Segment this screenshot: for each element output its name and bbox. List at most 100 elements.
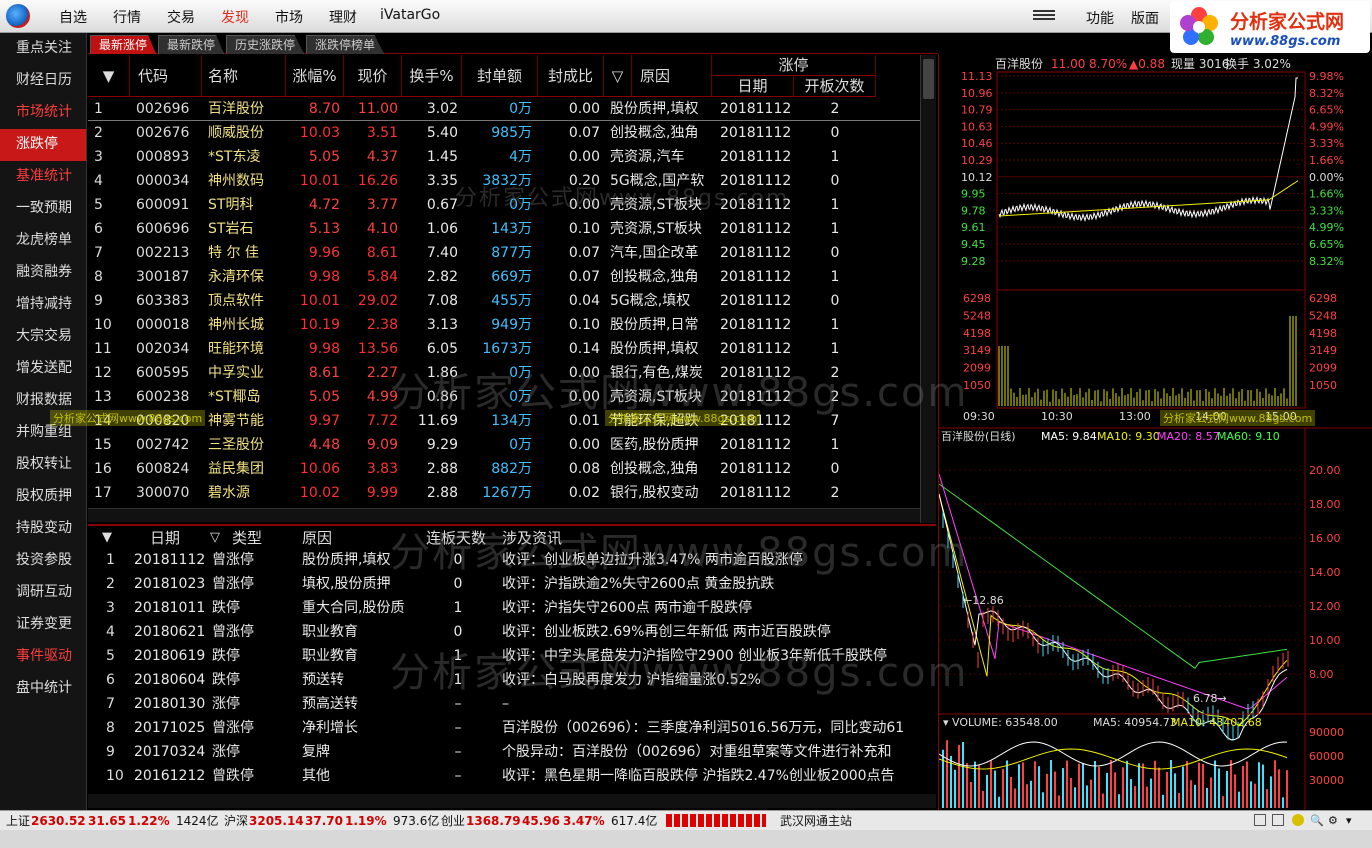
sidebar-item[interactable]: 大宗交易: [0, 321, 87, 353]
filter-icon[interactable]: ▽: [210, 526, 220, 550]
col-header-turnover[interactable]: 换手%: [402, 55, 462, 97]
sidebar-item[interactable]: 龙虎榜单: [0, 225, 87, 257]
table-row[interactable]: 10 20161212 曾跌停 其他 – 收评：黑色星期一降临百股跌停 沪指跌2.47%创…: [88, 764, 936, 788]
sort-arrow-icon[interactable]: ▼: [102, 526, 112, 550]
menu-item-zixuan[interactable]: 自选: [59, 7, 87, 27]
col-header-news[interactable]: 涉及资讯: [502, 526, 562, 550]
cell-name: 永清环保: [208, 269, 264, 285]
cell-code: 002696: [136, 101, 190, 117]
table-row[interactable]: 7 20180130 涨停 预高送转 – –: [88, 692, 936, 716]
col-header-seal[interactable]: 封单额: [462, 55, 538, 97]
col-header-pct[interactable]: 涨幅%: [286, 55, 344, 97]
sidebar-item[interactable]: 盘中统计: [0, 673, 87, 705]
table-row[interactable]: 7 002213 特 尔 佳 9.96 8.61 7.40 877万 0.07 汽车,国企改革 2…: [88, 241, 936, 265]
table-row[interactable]: 1 002696 百洋股份 8.70 11.00 3.02 0万 0.00 股份质押,填权 201…: [88, 97, 936, 121]
table-row[interactable]: 5 600091 ST明科 4.72 3.77 0.67 0万 0.00 壳资源,ST板块 201…: [88, 193, 936, 217]
table-row[interactable]: 8 300187 永清环保 9.98 5.84 2.82 669万 0.07 创投概念,独角 20…: [88, 265, 936, 289]
table-row[interactable]: 4 000034 神州数码 10.01 16.26 3.35 3832万 0.20 5G概念,国…: [88, 169, 936, 193]
filter-icon[interactable]: ▽: [604, 55, 632, 97]
pct-axis-label: 9.98%: [1309, 70, 1344, 83]
table-row[interactable]: 6 600696 ST岩石 5.13 4.10 1.06 143万 0.10 壳资源,ST板块 2…: [88, 217, 936, 241]
function-menu-button[interactable]: 功能: [1086, 8, 1114, 28]
col-header-name[interactable]: 名称: [202, 55, 286, 97]
flower-logo-icon: [1180, 7, 1218, 45]
table-row[interactable]: 9 603383 顶点软件 10.01 29.02 7.08 455万 0.04 5G概念,填权…: [88, 289, 936, 313]
sidebar-item[interactable]: 投资参股: [0, 545, 87, 577]
menu-item-licai[interactable]: 理财: [329, 7, 357, 27]
sidebar-item[interactable]: 增发送配: [0, 353, 87, 385]
sidebar-item[interactable]: 证券变更: [0, 609, 87, 641]
horizontal-scrollbar[interactable]: [88, 794, 936, 808]
table-row[interactable]: 3 20181011 跌停 重大合同,股份质 1 收评：沪指失守2600点 两市逾千股跌停: [88, 596, 936, 620]
tab-latest-limit-up[interactable]: 最新涨停: [90, 35, 157, 54]
sidebar-item[interactable]: 增持减持: [0, 289, 87, 321]
server-name[interactable]: 武汉网通主站: [780, 812, 852, 830]
more-icon[interactable]: ▾: [1346, 812, 1352, 830]
table-row[interactable]: 3 000893 *ST东凌 5.05 4.37 1.45 4万 0.00 壳资源,汽车 2018…: [88, 145, 936, 169]
menu-item-jiaoyi[interactable]: 交易: [167, 7, 195, 27]
sidebar-item[interactable]: 调研互动: [0, 577, 87, 609]
table-row[interactable]: 1 20181112 曾涨停 股份质押,填权 0 收评：创业板单边拉升涨3.47% 两市逾…: [88, 548, 936, 572]
cell-n: 15: [94, 437, 112, 453]
settings-icon[interactable]: ⚙: [1328, 812, 1338, 830]
cell-name: 神雾节能: [208, 413, 264, 429]
horizontal-scrollbar[interactable]: [88, 508, 920, 522]
table-row[interactable]: 13 600238 *ST椰岛 5.05 4.99 0.86 0万 0.00 壳资源,ST板块 2…: [88, 385, 936, 409]
sidebar-item[interactable]: 重点关注: [0, 33, 87, 65]
intraday-price: 11.00: [1051, 57, 1085, 71]
col-header-ratio[interactable]: 封成比: [538, 55, 604, 97]
cell-pct: 4.48: [308, 437, 340, 453]
table-row[interactable]: 12 600595 中孚实业 8.61 2.27 1.86 0万 0.00 银行,有色,煤炭 20…: [88, 361, 936, 385]
col-header-reason[interactable]: 原因: [302, 526, 332, 550]
sidebar-item[interactable]: 事件驱动: [0, 641, 87, 673]
table-row[interactable]: 6 20180604 跌停 预送转 1 收评：白马股再度发力 沪指缩量涨0.52%: [88, 668, 936, 692]
col-header-reason[interactable]: 原因: [632, 55, 712, 97]
tab-limit-ranking[interactable]: 涨跌停榜单: [306, 35, 385, 54]
cell-code: 600091: [136, 197, 190, 213]
tab-history-limit[interactable]: 历史涨跌停: [226, 35, 305, 54]
chart-canvas[interactable]: 百洋股份 11.00 8.70% ▲0.88 现量 3016换手 3.02% 11.13 9…: [939, 54, 1372, 810]
sidebar-item[interactable]: 持股变动: [0, 513, 87, 545]
menu-list-icon[interactable]: [1033, 8, 1055, 24]
cell-reason: 汽车,国企改革: [610, 245, 699, 261]
menu-item-hangqing[interactable]: 行情: [113, 7, 141, 27]
table-row[interactable]: 9 20170324 涨停 复牌 – 个股异动：百洋股份（002696）对重组草案等文件进…: [88, 740, 936, 764]
table-row[interactable]: 11 002034 旺能环境 9.98 13.56 6.05 1673万 0.14 股份质押,填…: [88, 337, 936, 361]
col-header-date[interactable]: 日期: [150, 526, 180, 550]
sort-arrow-icon[interactable]: ▼: [88, 55, 130, 97]
window-icon[interactable]: [1254, 814, 1266, 826]
col-header-price[interactable]: 现价: [344, 55, 402, 97]
smile-icon[interactable]: [1292, 814, 1304, 826]
col-header-date[interactable]: 日期: [712, 76, 794, 97]
table-row[interactable]: 17 300070 碧水源 10.02 9.99 2.88 1267万 0.02 银行,股权变动…: [88, 481, 936, 505]
sidebar-item[interactable]: 股权转让: [0, 449, 87, 481]
sidebar-item[interactable]: 基准统计: [0, 161, 87, 193]
col-header-opens[interactable]: 开板次数: [794, 76, 876, 97]
col-header-code[interactable]: 代码: [130, 55, 202, 97]
menu-item-faxian[interactable]: 发现: [221, 7, 249, 27]
col-header-type[interactable]: 类型: [232, 526, 262, 550]
table-row[interactable]: 5 20180619 跌停 职业教育 1 收评：中字头尾盘发力沪指险守2900 创业板3年…: [88, 644, 936, 668]
table-row[interactable]: 15 002742 三圣股份 4.48 9.09 9.29 0万 0.00 医药,股份质押 201…: [88, 433, 936, 457]
layout-icon[interactable]: [1272, 814, 1284, 826]
vertical-scrollbar[interactable]: [920, 55, 936, 523]
menu-item-ivatargo[interactable]: iVatarGo: [380, 7, 440, 23]
sidebar-item[interactable]: 涨跌停: [0, 129, 86, 161]
table-row[interactable]: 14 000820 神雾节能 9.97 7.72 11.69 134万 0.01 节能环保,超跌…: [88, 409, 936, 433]
table-row[interactable]: 8 20171025 曾涨停 净利增长 – 百洋股份（002696）：三季度净利润5016…: [88, 716, 936, 740]
layout-menu-button[interactable]: 版面: [1131, 8, 1159, 28]
tab-latest-limit-down[interactable]: 最新跌停: [158, 35, 225, 54]
table-row[interactable]: 16 600824 益民集团 10.06 3.83 2.88 882万 0.08 创投概念,独角…: [88, 457, 936, 481]
sidebar-item[interactable]: 融资融券: [0, 257, 87, 289]
sidebar-item[interactable]: 财经日历: [0, 65, 87, 97]
table-row[interactable]: 4 20180621 曾涨停 职业教育 0 收评：创业板跌2.69%再创三年新低 两市近百…: [88, 620, 936, 644]
table-row[interactable]: 2 20181023 曾涨停 填权,股份质押 0 收评：沪指跌逾2%失守2600点 黄金股…: [88, 572, 936, 596]
table-row[interactable]: 10 000018 神州长城 10.19 2.38 3.13 949万 0.10 股份质押,日常…: [88, 313, 936, 337]
col-header-days[interactable]: 连板天数: [426, 526, 486, 550]
sidebar-item[interactable]: 股权质押: [0, 481, 87, 513]
menu-item-shichang[interactable]: 市场: [275, 7, 303, 27]
sidebar-item[interactable]: 市场统计: [0, 97, 87, 129]
search-icon[interactable]: 🔍: [1310, 812, 1324, 830]
sidebar-item[interactable]: 一致预期: [0, 193, 87, 225]
table-row[interactable]: 2 002676 顺威股份 10.03 3.51 5.40 985万 0.07 创投概念,独角 2…: [88, 121, 936, 145]
